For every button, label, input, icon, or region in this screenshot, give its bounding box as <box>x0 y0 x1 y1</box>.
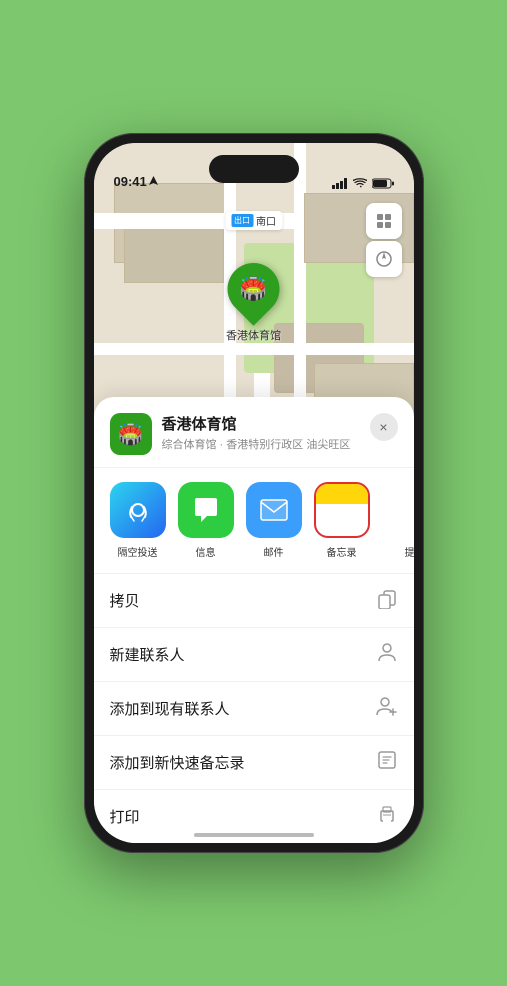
copy-label: 拷贝 <box>110 590 140 611</box>
share-row: 隔空投送 信息 <box>94 468 414 574</box>
map-block-2 <box>124 223 224 283</box>
print-label: 打印 <box>110 806 140 827</box>
map-controls[interactable] <box>366 203 402 277</box>
phone-frame: 09:41 <box>84 133 424 853</box>
venue-map-label: 香港体育馆 <box>226 327 281 343</box>
notes-top-bar <box>316 484 368 504</box>
signal-icon <box>332 178 348 189</box>
add-existing-label: 添加到现有联系人 <box>110 698 230 719</box>
home-indicator <box>194 833 314 837</box>
new-contact-label: 新建联系人 <box>110 644 185 665</box>
compass-icon <box>376 251 392 267</box>
action-add-note[interactable]: 添加到新快速备忘录 <box>94 736 414 790</box>
notes-icon-wrap <box>314 482 370 538</box>
sheet-header: 🏟️ 香港体育馆 综合体育馆 · 香港特别行政区 油尖旺区 × <box>94 413 414 468</box>
map-label: 出口 南口 <box>225 211 282 230</box>
messages-icon-wrap <box>178 482 234 538</box>
messages-symbol <box>191 496 221 524</box>
share-item-messages[interactable]: 信息 <box>178 482 234 559</box>
mail-icon-wrap <box>246 482 302 538</box>
venue-subtitle: 综合体育馆 · 香港特别行政区 油尖旺区 <box>162 436 351 452</box>
location-arrow-icon <box>149 176 158 187</box>
airdrop-label: 隔空投送 <box>118 544 158 559</box>
time-display: 09:41 <box>114 174 147 189</box>
mail-symbol <box>259 498 289 522</box>
copy-symbol <box>376 587 398 609</box>
wifi-icon <box>353 178 367 189</box>
mail-label: 邮件 <box>264 544 284 559</box>
more-icon-wrap <box>382 482 414 538</box>
venue-pin: 🏟️ 香港体育馆 <box>226 263 281 343</box>
new-contact-icon <box>376 641 398 668</box>
map-layers-icon <box>375 212 393 230</box>
action-list: 拷贝 新建联系人 <box>94 574 414 843</box>
airdrop-symbol <box>124 496 152 524</box>
pin-marker: 🏟️ <box>217 252 291 326</box>
print-icon <box>376 803 398 830</box>
map-label-text: 南口 <box>256 213 276 228</box>
status-time: 09:41 <box>114 174 158 189</box>
person-add-symbol <box>376 695 398 717</box>
print-symbol <box>376 803 398 825</box>
action-copy[interactable]: 拷贝 <box>94 574 414 628</box>
venue-sheet-icon: 🏟️ <box>110 413 152 455</box>
share-item-mail[interactable]: 邮件 <box>246 482 302 559</box>
add-note-icon <box>376 749 398 776</box>
share-item-airdrop[interactable]: 隔空投送 <box>110 482 166 559</box>
close-button[interactable]: × <box>370 413 398 441</box>
map-label-icon: 出口 <box>231 214 253 227</box>
status-icons <box>332 178 394 189</box>
note-symbol <box>376 749 398 771</box>
map-view-toggle[interactable] <box>366 203 402 239</box>
copy-icon <box>376 587 398 614</box>
venue-pin-icon: 🏟️ <box>240 276 267 302</box>
notes-label: 备忘录 <box>327 544 357 559</box>
close-icon: × <box>379 419 387 435</box>
airdrop-icon <box>110 482 166 538</box>
location-button[interactable] <box>366 241 402 277</box>
share-item-more[interactable]: 提 <box>382 482 414 559</box>
venue-title: 香港体育馆 <box>162 413 351 434</box>
add-existing-icon <box>376 695 398 722</box>
notes-lines-area <box>335 504 349 536</box>
map-road-5 <box>94 343 414 355</box>
share-item-notes[interactable]: 备忘录 <box>314 482 370 559</box>
action-add-existing[interactable]: 添加到现有联系人 <box>94 682 414 736</box>
bottom-sheet: 🏟️ 香港体育馆 综合体育馆 · 香港特别行政区 油尖旺区 × <box>94 397 414 843</box>
venue-info: 香港体育馆 综合体育馆 · 香港特别行政区 油尖旺区 <box>162 413 351 452</box>
battery-icon <box>372 178 394 189</box>
add-note-label: 添加到新快速备忘录 <box>110 752 245 773</box>
person-symbol <box>376 641 398 663</box>
dynamic-island <box>209 155 299 183</box>
phone-screen: 09:41 <box>94 143 414 843</box>
messages-label: 信息 <box>196 544 216 559</box>
action-new-contact[interactable]: 新建联系人 <box>94 628 414 682</box>
